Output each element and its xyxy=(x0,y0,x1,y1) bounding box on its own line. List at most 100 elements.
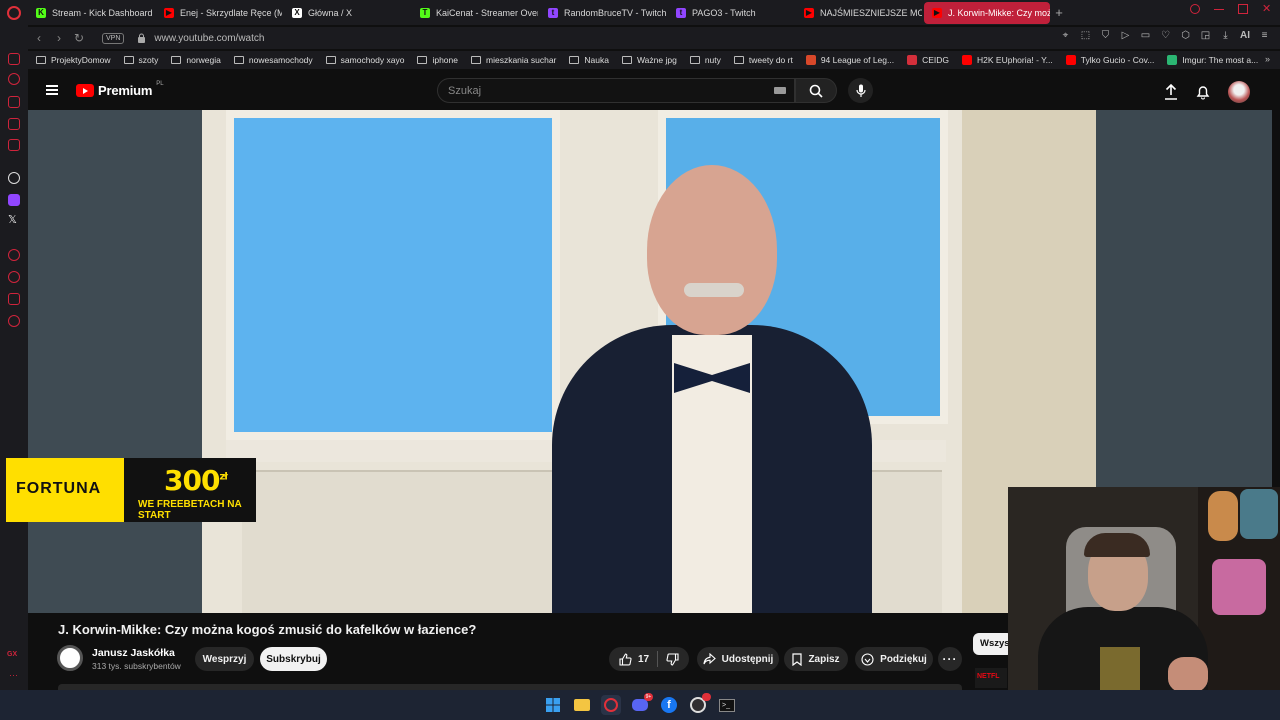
start-button[interactable] xyxy=(543,695,563,715)
bookmark-13[interactable]: H2K EUphoria! - Y... xyxy=(962,55,1053,65)
voice-search-button[interactable] xyxy=(848,78,873,103)
url-field[interactable]: www.youtube.com/watch xyxy=(154,33,264,44)
windows-icon xyxy=(546,698,560,712)
vpn-badge[interactable]: VPN xyxy=(102,32,125,44)
save-button[interactable]: Zapisz xyxy=(784,647,848,671)
tab-0[interactable]: K Stream - Kick Dashboard xyxy=(28,2,154,24)
bookmark-4[interactable]: samochody xayo xyxy=(325,55,404,65)
menu-icon[interactable] xyxy=(46,85,58,95)
folder-icon xyxy=(733,56,744,64)
bookmark-1[interactable]: szoty xyxy=(123,55,158,65)
extensions-icon[interactable]: ⬡ xyxy=(1180,30,1191,41)
lock-icon[interactable] xyxy=(132,29,150,47)
youtube-logo[interactable]: Premium PL xyxy=(76,81,164,98)
thanks-button[interactable]: Podziękuj xyxy=(855,647,933,671)
facebook-icon[interactable]: f xyxy=(659,695,679,715)
wallet-icon[interactable]: ▭ xyxy=(1140,30,1151,41)
chip-all[interactable]: Wszys xyxy=(973,633,1013,655)
more-actions-button[interactable]: ··· xyxy=(938,647,962,671)
speaker-head xyxy=(647,165,777,335)
sidebar-twitch-icon[interactable] xyxy=(8,194,20,206)
thumbs-down-icon[interactable] xyxy=(666,652,679,666)
bookmark-15[interactable]: Imgur: The most a... xyxy=(1167,55,1258,65)
bookmark-12[interactable]: CEIDG xyxy=(907,55,949,65)
forward-icon[interactable]: › xyxy=(50,29,68,47)
pin-icon[interactable]: ⌖ xyxy=(1060,30,1071,41)
avatar[interactable] xyxy=(1228,81,1250,103)
ai-button[interactable]: AI xyxy=(1240,30,1250,41)
keyboard-icon[interactable] xyxy=(774,87,786,94)
opera-gx-taskbar-icon[interactable] xyxy=(601,695,621,715)
sidebar-clock-icon[interactable] xyxy=(8,271,20,283)
bookmarks-overflow-icon[interactable]: » xyxy=(1265,54,1270,64)
download-icon[interactable]: ⤓ xyxy=(1220,30,1231,41)
netflix-thumbnail[interactable]: NETFL xyxy=(975,668,1007,688)
tab-6[interactable]: ▶ NAJŚMIESZNIEJSZE MOM xyxy=(796,2,922,24)
file-explorer-icon[interactable] xyxy=(572,695,592,715)
settings-icon[interactable]: ≡ xyxy=(1259,30,1270,41)
channel-avatar[interactable] xyxy=(57,645,83,671)
tab-label: NAJŚMIESZNIEJSZE MOM xyxy=(820,7,922,18)
sidebar-more-icon[interactable]: ··· xyxy=(9,670,18,680)
share-button[interactable]: Udostępnij xyxy=(697,647,779,671)
minimize-icon[interactable] xyxy=(1214,4,1224,10)
sidebar-settings-icon[interactable] xyxy=(8,315,20,327)
support-button[interactable]: Wesprzyj xyxy=(195,647,254,671)
bookmark-0[interactable]: ProjektyDomow xyxy=(36,55,111,65)
sidebar-gmail-icon[interactable] xyxy=(8,139,20,151)
obs-icon[interactable] xyxy=(688,693,711,715)
notifications-icon[interactable]: ◲ xyxy=(1200,30,1211,41)
sidebar-mail-icon[interactable] xyxy=(8,118,20,130)
bookmark-14[interactable]: Tylko Gucio - Cov... xyxy=(1065,55,1154,65)
discord-icon[interactable]: 9+ xyxy=(630,693,653,715)
like-button[interactable]: 17 xyxy=(619,652,649,666)
heart-icon[interactable]: ♡ xyxy=(1160,30,1171,41)
bookmarks-bar: ProjektyDomow szoty norwegia nowesamochody s… xyxy=(28,51,1280,69)
bookmark-7[interactable]: Nauka xyxy=(569,55,609,65)
tab-2[interactable]: X Główna / X xyxy=(284,2,410,24)
sidebar-player-icon[interactable] xyxy=(8,249,20,261)
bookmark-3[interactable]: nowesamochody xyxy=(233,55,313,65)
tab-1[interactable]: ▶ Enej - Skrzydlate Ręce (M xyxy=(156,2,282,24)
sidebar-history-icon[interactable] xyxy=(8,73,20,85)
search-button[interactable] xyxy=(795,78,837,103)
sidebar-x-icon[interactable]: 𝕏 xyxy=(8,213,17,226)
player-icon[interactable]: ▷ xyxy=(1120,30,1131,41)
tab-7[interactable]: ▶ J. Korwin-Mikke: Czy moż xyxy=(924,1,1050,24)
upload-icon[interactable] xyxy=(1164,84,1178,100)
close-icon[interactable]: ✕ xyxy=(1262,4,1272,15)
bookmark-11[interactable]: 94 League of Leg... xyxy=(805,55,894,65)
search-tabs-icon[interactable] xyxy=(1190,4,1200,14)
maximize-icon[interactable] xyxy=(1238,4,1248,14)
subscribe-button[interactable]: Subskrybuj xyxy=(260,647,327,671)
bookmark-10[interactable]: tweety do rt xyxy=(733,55,793,65)
share-icon xyxy=(703,653,716,665)
bookmark-9[interactable]: nuty xyxy=(689,55,721,65)
bookmark-5[interactable]: iphone xyxy=(417,55,458,65)
bookmark-8[interactable]: Ważne jpg xyxy=(621,55,677,65)
reload-icon[interactable]: ↻ xyxy=(70,29,88,47)
opera-menu-button[interactable] xyxy=(0,0,28,25)
sidebar-chatgpt-icon[interactable] xyxy=(8,172,20,184)
tab-label: J. Korwin-Mikke: Czy moż xyxy=(948,7,1050,18)
search-input[interactable] xyxy=(438,79,758,102)
channel-name[interactable]: Janusz Jaskółka xyxy=(92,647,175,659)
address-bar-actions: ⌖ ⬚ ⛉ ▷ ▭ ♡ ⬡ ◲ ⤓ AI ≡ xyxy=(1060,30,1270,41)
tab-4[interactable]: t RandomBruceTV - Twitch xyxy=(540,2,666,24)
shield-icon[interactable]: ⛉ xyxy=(1100,30,1111,41)
tab-5[interactable]: t PAGO3 - Twitch xyxy=(668,2,794,24)
terminal-icon[interactable]: >_ xyxy=(717,695,737,715)
sidebar-messenger-icon[interactable] xyxy=(8,53,20,65)
new-tab-button[interactable]: + xyxy=(1050,5,1068,20)
tab-3[interactable]: T KaiCenat - Streamer Over xyxy=(412,2,538,24)
bookmark-2[interactable]: norwegia xyxy=(171,55,221,65)
bookmark-6[interactable]: mieszkania suchar xyxy=(471,55,556,65)
snapshot-icon[interactable]: ⬚ xyxy=(1080,30,1091,41)
fortuna-ad-overlay[interactable]: FORTUNA 300zł WE FREEBETACH NA START xyxy=(6,458,256,522)
like-divider xyxy=(657,651,659,667)
sidebar-extensions-icon[interactable] xyxy=(8,293,20,305)
back-icon[interactable]: ‹ xyxy=(30,29,48,47)
sidebar-bag-icon[interactable] xyxy=(8,96,20,108)
sidebar-gx-icon[interactable]: GX xyxy=(7,651,17,658)
bell-icon[interactable] xyxy=(1196,84,1210,100)
